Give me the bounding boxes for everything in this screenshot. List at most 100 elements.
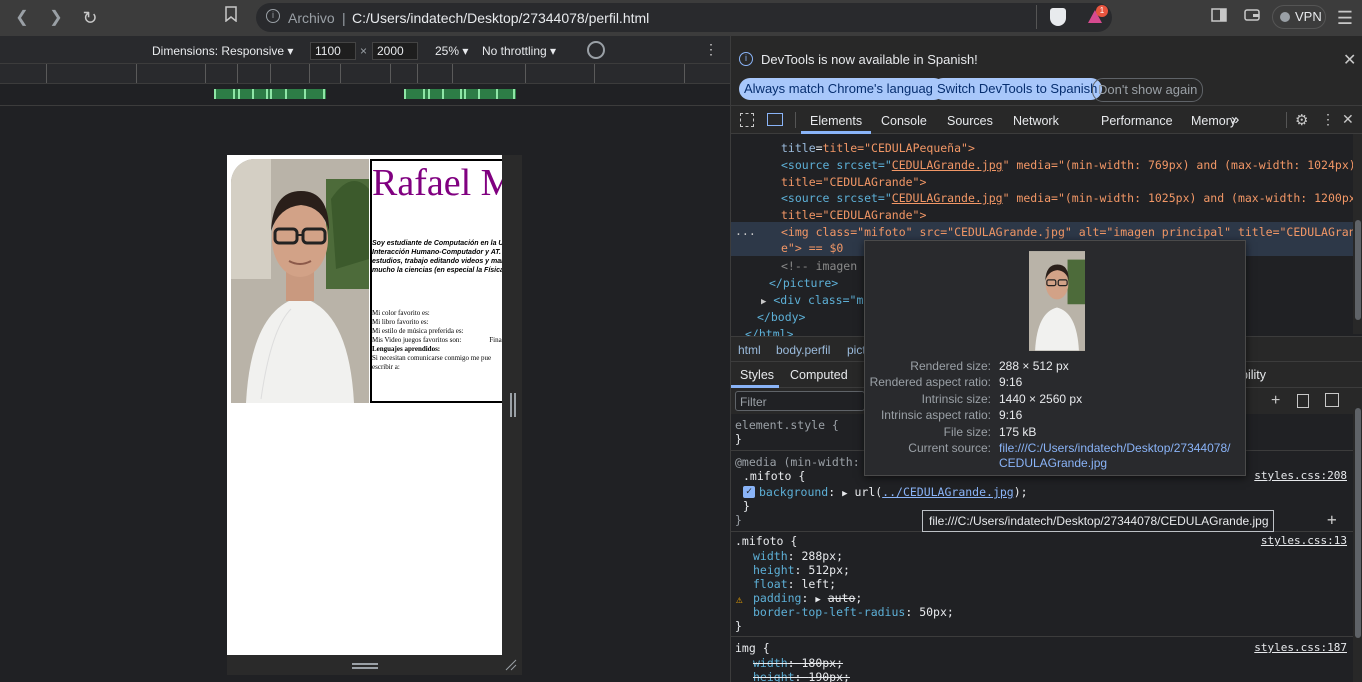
expand-icon[interactable]: ▶ xyxy=(842,489,847,499)
background-declaration[interactable]: background: ▶ url(../CEDULAGrande.jpg); xyxy=(759,485,1028,499)
more-options-icon[interactable]: ⋮ xyxy=(704,41,718,58)
property-checkbox[interactable]: ✓ xyxy=(743,486,755,498)
background-url-link[interactable]: ../CEDULAGrande.jpg xyxy=(882,485,1014,499)
dom-line[interactable]: <source srcset="CEDULAGrande.jpg" media=… xyxy=(781,157,1362,173)
dom-div-line[interactable]: ▶ <div class="mic xyxy=(761,292,877,308)
media-query-bar[interactable] xyxy=(0,84,730,106)
dont-show-button[interactable]: Don't show again xyxy=(1092,78,1204,102)
info-icon[interactable]: i xyxy=(266,9,280,23)
dom-html-close[interactable]: </html> xyxy=(745,326,793,336)
width-input[interactable] xyxy=(310,42,356,60)
media-query[interactable]: @media (min-width: 1 xyxy=(735,455,873,469)
dom-link[interactable]: CEDULAGrande.jpg xyxy=(892,158,1003,172)
styles-source-link[interactable]: styles.css:13 xyxy=(1261,534,1347,547)
tab-elements[interactable]: Elements xyxy=(810,114,862,128)
mifoto-selector[interactable]: .mifoto { xyxy=(743,469,805,483)
language-infobar: i DevTools is now available in Spanish! … xyxy=(731,36,1362,106)
element-style-selector[interactable]: element.style { xyxy=(735,418,839,432)
property-name: border-top-left-radius xyxy=(753,605,906,619)
dom-line[interactable]: title="CEDULAGrande"> xyxy=(781,207,926,223)
resize-corner-icon[interactable] xyxy=(505,659,517,671)
dom-body-close[interactable]: </body> xyxy=(757,309,805,325)
throttle-select[interactable]: No throttling ▾ xyxy=(482,44,556,58)
current-source-link[interactable]: file:///C:/Users/indatech/Desktop/273440… xyxy=(999,441,1230,455)
tab-network[interactable]: Network xyxy=(1013,114,1059,128)
tab-console[interactable]: Console xyxy=(881,114,927,128)
crumb-html[interactable]: html xyxy=(738,343,761,357)
padding-declaration[interactable]: padding: ▶ auto; xyxy=(753,591,862,605)
styles-source-link[interactable]: styles.css:208 xyxy=(1254,469,1347,482)
viewport-resize-handle-bottom[interactable] xyxy=(227,655,522,675)
crumb-body[interactable]: body.perfil xyxy=(776,343,830,357)
property-value: 512px; xyxy=(808,563,850,577)
close-icon[interactable]: ✕ xyxy=(1343,50,1356,70)
width-declaration[interactable]: width: 288px; xyxy=(753,549,843,563)
styles-scrollbar[interactable] xyxy=(1353,388,1362,682)
dom-img-line[interactable]: <img class="mifoto" src="CEDULAGrande.jp… xyxy=(781,224,1362,240)
mifoto-selector-2[interactable]: .mifoto { xyxy=(735,534,797,548)
img-selector[interactable]: img { xyxy=(735,641,770,655)
new-rule-icon[interactable]: + xyxy=(1271,392,1280,410)
zoom-label: 25% xyxy=(435,44,460,58)
viewport-resize-handle-right[interactable] xyxy=(502,155,522,655)
back-icon[interactable]: ❮ xyxy=(10,6,34,30)
styles-source-link[interactable]: styles.css:187 xyxy=(1254,641,1347,654)
brave-rewards-icon[interactable]: 1 xyxy=(1086,5,1108,26)
vpn-button[interactable]: VPN xyxy=(1272,5,1326,29)
height-declaration[interactable]: height: 512px; xyxy=(753,563,850,577)
zoom-select[interactable]: 25% ▾ xyxy=(435,44,468,58)
tab-computed[interactable]: Computed xyxy=(790,368,848,382)
page-content: Rafael M Soy estudiante de Computación e… xyxy=(227,155,502,655)
dom-link[interactable]: CEDULAGrande.jpg xyxy=(892,191,1003,205)
rotate-icon[interactable] xyxy=(587,41,605,59)
elements-scrollbar[interactable] xyxy=(1353,134,1362,334)
tab-styles[interactable]: Styles xyxy=(740,368,774,382)
tab-sources[interactable]: Sources xyxy=(947,114,993,128)
switch-language-button[interactable]: Switch DevTools to Spanish xyxy=(932,78,1103,100)
tab-performance[interactable]: Performance xyxy=(1101,114,1173,128)
bookmark-icon[interactable] xyxy=(219,6,243,30)
wallet-icon[interactable] xyxy=(1240,6,1264,30)
settings-icon[interactable]: ⚙ xyxy=(1295,111,1308,129)
dom-picture-close[interactable]: </picture> xyxy=(769,275,838,291)
img-width-declaration[interactable]: width: 180px; xyxy=(753,656,843,670)
img-height-declaration[interactable]: height: 190px; xyxy=(753,670,850,682)
add-rule-icon[interactable]: + xyxy=(1327,510,1337,529)
radius-declaration[interactable]: border-top-left-radius: 50px; xyxy=(753,605,954,619)
url-text[interactable]: C:/Users/indatech/Desktop/27344078/perfi… xyxy=(352,10,649,26)
brave-shield-icon[interactable] xyxy=(1050,8,1066,26)
paint-icon[interactable] xyxy=(1297,394,1309,408)
dom-line[interactable]: title="CEDULAGrande"> xyxy=(781,174,926,190)
styles-filter-input[interactable]: Filter xyxy=(735,391,865,411)
crumb-picture[interactable]: pict xyxy=(847,343,866,357)
close-devtools-icon[interactable]: ✕ xyxy=(1342,111,1354,128)
dom-line[interactable]: <source srcset="CEDULAGrande.jpg" media=… xyxy=(781,190,1362,206)
dom-comment[interactable]: <!-- imagen p xyxy=(781,258,871,274)
address-bar[interactable]: i Archivo | C:/Users/indatech/Desktop/27… xyxy=(256,3,1112,32)
inspect-icon[interactable] xyxy=(740,113,754,127)
dimensions-select[interactable]: Dimensions: Responsive ▾ xyxy=(152,44,293,58)
reload-icon[interactable]: ↻ xyxy=(78,6,102,30)
menu-icon[interactable]: ☰ xyxy=(1333,6,1357,30)
sidebar-toggle-icon[interactable] xyxy=(1325,393,1339,407)
warning-icon[interactable]: ⚠ xyxy=(736,593,743,606)
sidebar-icon[interactable] xyxy=(1207,6,1231,30)
more-tabs-icon[interactable]: » xyxy=(1231,111,1239,128)
property-name: height xyxy=(753,670,795,682)
tab-memory[interactable]: Memory xyxy=(1191,114,1236,128)
dom-line[interactable]: title=title="CEDULAPequeña"> xyxy=(781,140,975,156)
vpn-status-icon xyxy=(1280,12,1290,22)
more-options-icon[interactable]: ⋮ xyxy=(1321,111,1335,128)
url-prefix: Archivo xyxy=(288,10,335,26)
match-language-button[interactable]: Always match Chrome's language xyxy=(739,78,946,100)
current-source-link-2[interactable]: CEDULAGrande.jpg xyxy=(999,456,1107,470)
forward-icon[interactable]: ❯ xyxy=(44,6,68,30)
ellipsis-icon[interactable]: ... xyxy=(735,223,756,239)
float-declaration[interactable]: float: left; xyxy=(753,577,836,591)
dom-img-line-2[interactable]: e"> == $0 xyxy=(781,240,843,256)
device-toggle-icon[interactable] xyxy=(767,113,783,126)
expand-icon[interactable]: ▶ xyxy=(761,297,766,307)
expand-icon[interactable]: ▶ xyxy=(815,595,820,605)
times-sign: × xyxy=(360,44,368,58)
height-input[interactable] xyxy=(372,42,418,60)
